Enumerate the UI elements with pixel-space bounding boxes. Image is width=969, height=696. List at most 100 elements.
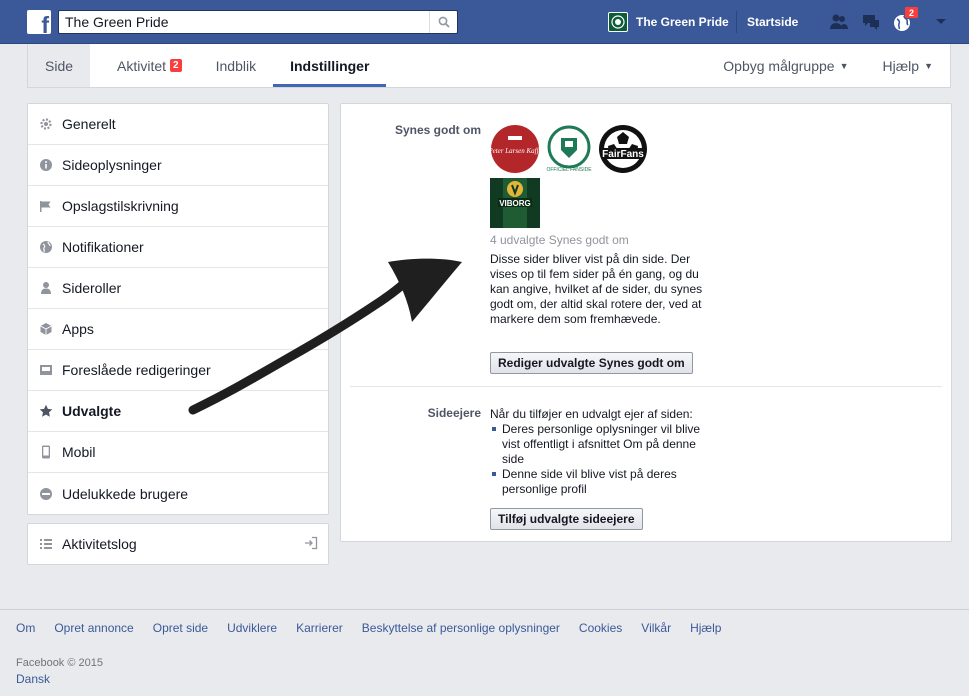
liked-page-logo-text: FairFans: [602, 149, 644, 160]
activity-badge: 2: [170, 59, 182, 72]
sidebar-item-label: Apps: [62, 321, 94, 337]
footer-links: Om Opret annonce Opret side Udviklere Ka…: [16, 621, 740, 635]
tab-aktivitet[interactable]: Aktivitet 2: [90, 44, 199, 87]
footer-link-karrierer[interactable]: Karrierer: [296, 621, 343, 635]
sidebar-item-label: Foreslåede redigeringer: [62, 362, 211, 378]
liked-page-thumb[interactable]: OFFICIEL FANSIDE: [544, 124, 594, 174]
messages-icon[interactable]: [860, 11, 882, 33]
home-label: Startside: [747, 15, 799, 29]
liked-page-logo-text: VIBORG: [499, 199, 531, 208]
cube-icon: [39, 322, 53, 336]
list-item: Denne side vil blive vist på deres perso…: [492, 467, 705, 497]
sidebar-item-label: Sideoplysninger: [62, 157, 162, 173]
sidebar-item-opslagstilskrivning[interactable]: Opslagstilskrivning: [28, 186, 328, 227]
help-menu[interactable]: Hjælp ▼: [866, 44, 951, 87]
sidebar-item-label: Notifikationer: [62, 239, 144, 255]
footer-link-om[interactable]: Om: [16, 621, 35, 635]
owners-intro: Når du tilføjer en udvalgt ejer af siden…: [490, 407, 693, 421]
sidebar-item-label: Sideroller: [62, 280, 122, 296]
notifications-badge: 2: [904, 6, 920, 19]
nav-divider: [736, 11, 737, 33]
language-link[interactable]: Dansk: [16, 672, 50, 686]
edit-featured-likes-button[interactable]: Rediger udvalgte Synes godt om: [490, 352, 693, 374]
section-divider: [350, 386, 942, 387]
sidebar-item-label: Generelt: [62, 116, 116, 132]
search-input[interactable]: [59, 11, 419, 33]
sidebar-item-notifikationer[interactable]: Notifikationer: [28, 227, 328, 268]
sidebar-item-apps[interactable]: Apps: [28, 309, 328, 350]
tab-indstillinger-label: Indstillinger: [290, 57, 370, 74]
search-button[interactable]: [429, 11, 457, 33]
footer-link-opret-side[interactable]: Opret side: [153, 621, 208, 635]
liked-page-logo-text: OFFICIEL FANSIDE: [546, 167, 592, 173]
friend-requests-icon[interactable]: [828, 11, 850, 33]
sidebar-item-label: Udelukkede brugere: [62, 485, 189, 502]
star-icon: [39, 404, 53, 418]
flag-icon: [39, 199, 53, 213]
liked-page-thumb[interactable]: Peter Larsen Kaffe: [487, 124, 542, 174]
likes-description: Disse sider bliver vist på din side. Der…: [490, 252, 703, 326]
list-icon: [39, 537, 53, 551]
add-featured-owners-button[interactable]: Tilføj udvalgte sideejere: [490, 508, 643, 530]
tab-aktivitet-label: Aktivitet: [117, 57, 167, 74]
footer-link-vilkaar[interactable]: Vilkår: [641, 621, 671, 635]
likes-count: 4 udvalgte Synes godt om: [490, 233, 629, 247]
globe-icon: [39, 240, 53, 254]
tab-indblik[interactable]: Indblik: [199, 44, 273, 87]
search-icon: [438, 16, 450, 28]
account-menu-chevron-icon[interactable]: [934, 14, 956, 36]
sidebar-item-sideroller[interactable]: Sideroller: [28, 268, 328, 309]
sidebar-item-sideoplysninger[interactable]: Sideoplysninger: [28, 145, 328, 186]
caret-down-icon: ▼: [839, 60, 849, 71]
sidebar-item-label: Aktivitetslog: [62, 536, 137, 552]
footer-link-udviklere[interactable]: Udviklere: [227, 621, 277, 635]
owners-bullet-list: Deres personlige oplysninger vil blive v…: [490, 422, 705, 497]
settings-menu: Generelt Sideoplysninger Opslagstilskriv…: [27, 103, 329, 515]
page-name: The Green Pride: [636, 15, 729, 29]
sidebar-item-label: Udvalgte: [62, 403, 122, 419]
page-link[interactable]: The Green Pride: [608, 0, 729, 44]
liked-page-thumb[interactable]: FairFans: [598, 124, 648, 174]
copyright: Facebook © 2015: [16, 657, 103, 669]
info-icon: [39, 158, 53, 172]
open-activity-log-icon[interactable]: [304, 536, 318, 553]
tab-side-label: Side: [45, 57, 74, 74]
gear-icon: [39, 117, 53, 131]
liked-page-logo-text: Peter Larsen Kaffe: [490, 147, 540, 155]
home-link[interactable]: Startside: [747, 0, 798, 44]
sidebar-item-label: Mobil: [62, 444, 96, 460]
top-bar: f The Green Pride Startside 2: [0, 0, 969, 44]
liked-page-thumb[interactable]: VIBORG: [490, 178, 540, 228]
help-label: Hjælp: [882, 57, 920, 74]
inbox-icon: [39, 363, 53, 377]
tab-indblik-label: Indblik: [215, 57, 257, 74]
tab-indstillinger[interactable]: Indstillinger: [273, 44, 387, 87]
sidebar-item-foreslaaede-redigeringer[interactable]: Foreslåede redigeringer: [28, 350, 328, 391]
page-avatar: [608, 12, 628, 32]
sidebar-item-aktivitetslog[interactable]: Aktivitetslog: [27, 523, 329, 565]
build-audience-label: Opbyg målgruppe: [723, 57, 835, 74]
page-tabs: Side Aktivitet 2 Indblik Indstillinger O…: [27, 44, 951, 88]
person-icon: [39, 281, 53, 295]
owners-section-label: Sideejere: [427, 406, 481, 420]
sidebar-item-udvalgte[interactable]: Udvalgte: [28, 391, 328, 432]
facebook-logo[interactable]: f: [27, 10, 51, 34]
settings-content: Synes godt om Peter Larsen Kaffe OFFICIE…: [340, 103, 952, 542]
caret-down-icon: ▼: [924, 60, 933, 71]
footer-link-hjaelp[interactable]: Hjælp: [690, 621, 721, 635]
sidebar-item-label: Opslagstilskrivning: [62, 198, 179, 214]
block-icon: [39, 487, 53, 501]
sidebar-item-generelt[interactable]: Generelt: [28, 104, 328, 145]
sidebar-item-udelukkede-brugere[interactable]: Udelukkede brugere: [28, 473, 328, 514]
tab-side[interactable]: Side: [28, 44, 91, 87]
list-item: Deres personlige oplysninger vil blive v…: [492, 422, 705, 467]
footer-divider: [0, 609, 969, 610]
footer-link-privacy[interactable]: Beskyttelse af personlige oplysninger: [362, 621, 560, 635]
search-box: [58, 10, 458, 34]
footer-link-opret-annonce[interactable]: Opret annonce: [54, 621, 133, 635]
phone-icon: [39, 445, 53, 459]
sidebar-item-mobil[interactable]: Mobil: [28, 432, 328, 473]
footer-link-cookies[interactable]: Cookies: [579, 621, 622, 635]
likes-section-label: Synes godt om: [394, 123, 481, 137]
build-audience-menu[interactable]: Opbyg målgruppe ▼: [706, 44, 865, 87]
